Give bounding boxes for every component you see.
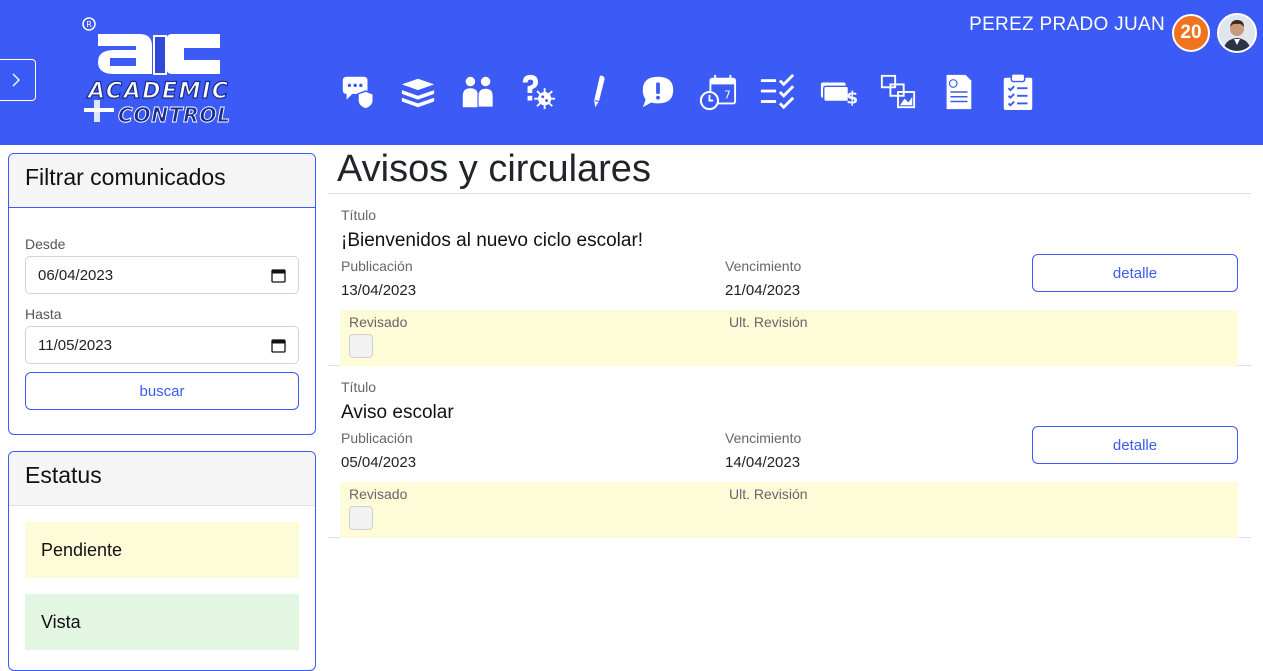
- status-card-title: Estatus: [9, 452, 315, 506]
- notice-item: Título ¡Bienvenidos al nuevo ciclo escol…: [328, 194, 1251, 366]
- reviewed-checkbox[interactable]: [349, 334, 373, 358]
- to-date-label: Hasta: [25, 306, 62, 322]
- reviewed-label: Revisado: [349, 486, 408, 502]
- search-button[interactable]: buscar: [25, 372, 299, 410]
- reviewed-label: Revisado: [349, 314, 408, 330]
- expiration-label: Vencimiento: [725, 430, 802, 446]
- title-label: Título: [341, 379, 377, 395]
- to-date-value: 11/05/2023: [38, 336, 112, 354]
- document-euro-icon[interactable]: [928, 64, 988, 120]
- svg-text:ACADEMIC: ACADEMIC: [86, 79, 228, 104]
- detail-button[interactable]: detalle: [1032, 254, 1238, 292]
- last-review-label: Ult. Revisión: [729, 314, 808, 330]
- notice-title: Aviso escolar: [341, 402, 454, 423]
- page-title: Avisos y circulares: [337, 148, 651, 190]
- users-icon[interactable]: [448, 64, 508, 120]
- chat-alert-icon[interactable]: [628, 64, 688, 120]
- status-card: Estatus Pendiente Vista: [8, 451, 316, 671]
- publication-label: Publicación: [341, 430, 413, 446]
- pencil-icon[interactable]: [568, 64, 628, 120]
- chat-shield-icon[interactable]: [328, 64, 388, 120]
- status-pending: Pendiente: [25, 522, 299, 578]
- notice-title: ¡Bienvenidos al nuevo ciclo escolar!: [341, 230, 644, 251]
- expiration-date: 21/04/2023: [725, 282, 801, 299]
- academic-control-logo[interactable]: R ACADEMIC CONTROL: [80, 16, 232, 128]
- from-date-input[interactable]: 06/04/2023: [25, 256, 299, 294]
- gallery-icon[interactable]: [868, 64, 928, 120]
- calendar-clock-icon[interactable]: 7: [688, 64, 748, 120]
- filter-card-title: Filtrar comunicados: [9, 154, 315, 208]
- avatar[interactable]: [1217, 13, 1257, 53]
- title-label: Título: [341, 207, 377, 223]
- payment-icon[interactable]: $: [808, 64, 868, 120]
- publication-label: Publicación: [341, 258, 413, 274]
- from-date-label: Desde: [25, 236, 66, 252]
- notice-item: Título Aviso escolar Publicación 05/04/2…: [328, 366, 1251, 538]
- main-nav: 7 $: [328, 64, 1048, 120]
- publication-date: 05/04/2023: [341, 454, 417, 471]
- expiration-date: 14/04/2023: [725, 454, 801, 471]
- calendar-icon[interactable]: [271, 338, 286, 353]
- reviewed-checkbox[interactable]: [349, 506, 373, 530]
- detail-button[interactable]: detalle: [1032, 426, 1238, 464]
- review-band: Revisado Ult. Revisión: [340, 482, 1238, 538]
- top-navbar: R ACADEMIC CONTROL 7 PEREZ PRADO JUAN 20: [0, 0, 1263, 145]
- filter-card: Filtrar comunicados Desde 06/04/2023 Has…: [8, 153, 316, 435]
- checklist-icon[interactable]: [748, 64, 808, 120]
- last-review-label: Ult. Revisión: [729, 486, 808, 502]
- review-band: Revisado Ult. Revisión: [340, 310, 1238, 366]
- notification-badge[interactable]: 20: [1172, 14, 1210, 52]
- calendar-icon[interactable]: [271, 268, 286, 283]
- status-viewed: Vista: [25, 594, 299, 650]
- svg-text:R: R: [86, 20, 92, 29]
- question-virus-icon[interactable]: [508, 64, 568, 120]
- svg-text:CONTROL: CONTROL: [118, 103, 230, 127]
- to-date-input[interactable]: 11/05/2023: [25, 326, 299, 364]
- user-name: PEREZ PRADO JUAN: [969, 14, 1165, 35]
- chevron-right-icon: [12, 73, 20, 87]
- from-date-value: 06/04/2023: [38, 266, 114, 284]
- sidebar-toggle-button[interactable]: [0, 59, 36, 101]
- books-icon[interactable]: [388, 64, 448, 120]
- expiration-label: Vencimiento: [725, 258, 802, 274]
- publication-date: 13/04/2023: [341, 282, 417, 299]
- svg-text:7: 7: [724, 90, 731, 102]
- clipboard-checklist-icon[interactable]: [988, 64, 1048, 120]
- svg-text:$: $: [846, 88, 857, 108]
